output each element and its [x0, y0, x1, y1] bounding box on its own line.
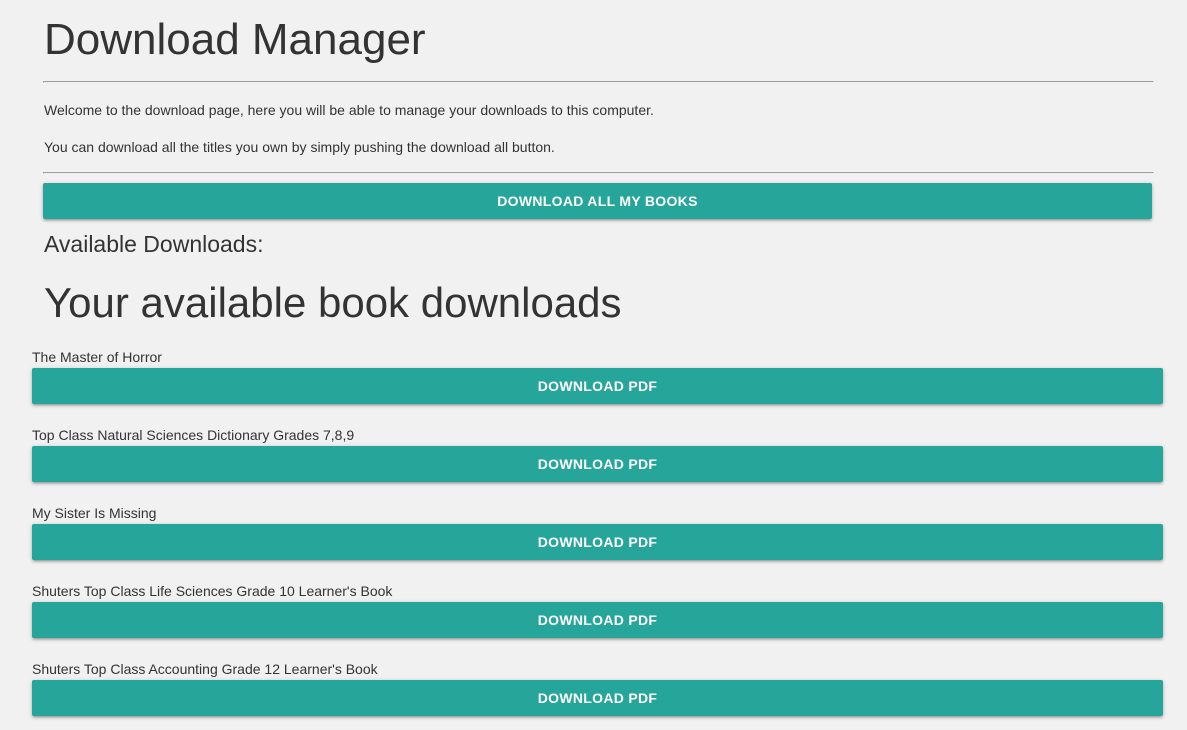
download-pdf-button[interactable]: DOWNLOAD PDF [32, 602, 1163, 638]
download-pdf-button[interactable]: DOWNLOAD PDF [32, 524, 1163, 560]
download-pdf-button[interactable]: DOWNLOAD PDF [32, 446, 1163, 482]
available-downloads-heading: Your available book downloads [44, 279, 622, 326]
download-pdf-button[interactable]: DOWNLOAD PDF [32, 368, 1163, 404]
download-all-button[interactable]: DOWNLOAD ALL MY BOOKS [43, 183, 1152, 219]
book-title: My Sister Is Missing [32, 505, 157, 521]
download-pdf-button[interactable]: DOWNLOAD PDF [32, 680, 1163, 716]
intro-divider [43, 172, 1154, 174]
page-title: Download Manager [44, 15, 426, 64]
book-title: Shuters Top Class Life Sciences Grade 10… [32, 583, 393, 599]
book-title: Top Class Natural Sciences Dictionary Gr… [32, 427, 355, 443]
book-item-my-sister-is-missing: My Sister Is Missing DOWNLOAD PDF [32, 504, 1163, 574]
header-divider [43, 81, 1154, 83]
book-item-accounting-grade-12: Shuters Top Class Accounting Grade 12 Le… [32, 660, 1163, 730]
book-item-master-of-horror: The Master of Horror DOWNLOAD PDF [32, 348, 1163, 418]
available-downloads-label: Available Downloads: [44, 231, 264, 257]
download-all-instructions: You can download all the titles you own … [44, 139, 555, 155]
welcome-text: Welcome to the download page, here you w… [44, 102, 654, 118]
book-title: The Master of Horror [32, 349, 162, 365]
book-item-natural-sciences-dictionary: Top Class Natural Sciences Dictionary Gr… [32, 426, 1163, 496]
book-title: Shuters Top Class Accounting Grade 12 Le… [32, 661, 378, 677]
book-item-life-sciences-grade-10: Shuters Top Class Life Sciences Grade 10… [32, 582, 1163, 652]
